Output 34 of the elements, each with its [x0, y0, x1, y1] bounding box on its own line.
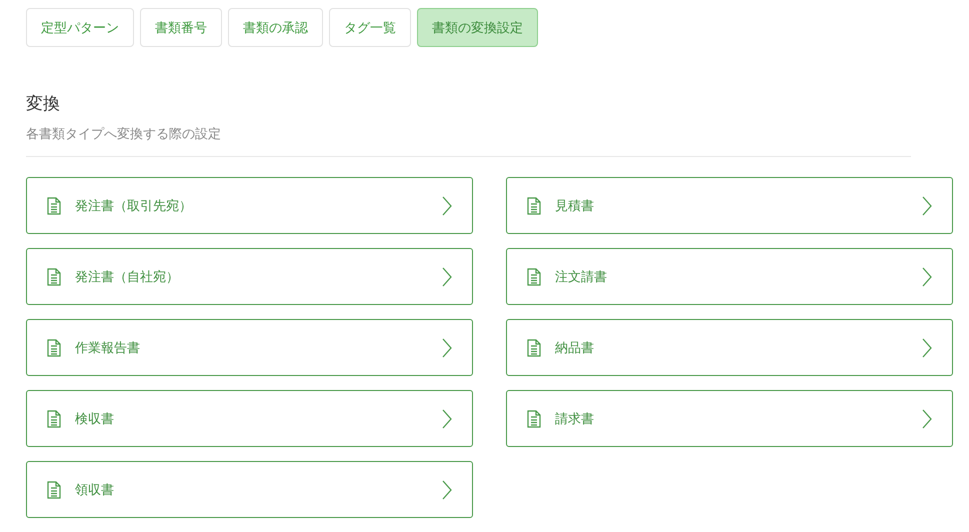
document-icon: [47, 338, 61, 356]
document-type-item[interactable]: 請求書: [506, 390, 953, 447]
chevron-right-icon: [442, 338, 452, 358]
document-type-item[interactable]: 領収書: [26, 461, 473, 518]
document-icon: [527, 338, 541, 356]
chevron-right-icon: [922, 266, 932, 286]
document-icon: [527, 268, 541, 286]
document-icon: [47, 410, 61, 428]
document-type-item[interactable]: 納品書: [506, 319, 953, 376]
document-icon: [47, 480, 61, 498]
document-type-item[interactable]: 発注書（自社宛）: [26, 248, 473, 305]
document-type-item[interactable]: 作業報告書: [26, 319, 473, 376]
tab[interactable]: 書類の変換設定: [417, 8, 538, 47]
document-type-item[interactable]: 検収書: [26, 390, 473, 447]
chevron-right-icon: [922, 338, 932, 358]
section-description: 各書類タイプへ変換する際の設定: [26, 126, 911, 157]
tab[interactable]: 書類の承認: [228, 8, 323, 47]
document-icon: [47, 268, 61, 286]
chevron-right-icon: [442, 196, 452, 216]
document-type-item[interactable]: 発注書（取引先宛）: [26, 177, 473, 234]
chevron-right-icon: [922, 196, 932, 216]
tab[interactable]: タグ一覧: [329, 8, 411, 47]
document-icon: [47, 196, 61, 214]
chevron-right-icon: [922, 408, 932, 428]
chevron-right-icon: [442, 266, 452, 286]
tab[interactable]: 書類番号: [140, 8, 222, 47]
tab[interactable]: 定型パターン: [26, 8, 134, 47]
chevron-right-icon: [442, 480, 452, 500]
document-type-item[interactable]: 見積書: [506, 177, 953, 234]
section-title: 変換: [26, 93, 61, 115]
document-type-item[interactable]: 注文請書: [506, 248, 953, 305]
document-icon: [527, 196, 541, 214]
chevron-right-icon: [442, 408, 452, 428]
document-icon: [527, 410, 541, 428]
